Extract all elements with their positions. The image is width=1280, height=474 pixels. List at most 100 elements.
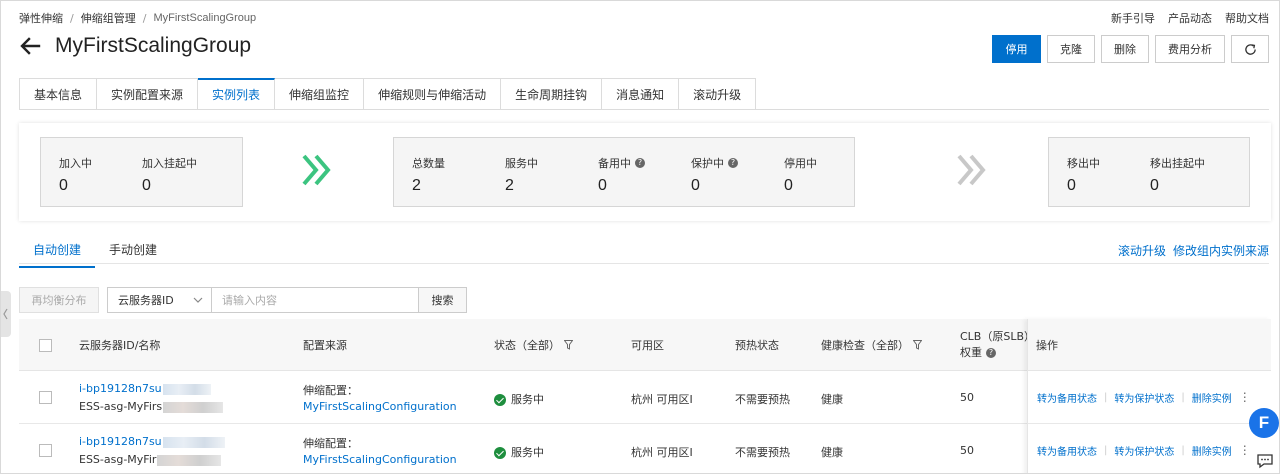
to-protected-link[interactable]: 转为保护状态 [1114,443,1174,458]
help-icon[interactable]: ? [728,158,738,168]
help-icon[interactable]: ? [986,348,996,358]
subtabs-divider [19,263,1269,264]
chat-icon[interactable] [1256,453,1274,469]
breadcrumb-item-group-management[interactable]: 伸缩组管理 [81,10,136,26]
more-options-icon[interactable]: ⋮ [1239,443,1251,457]
redacted-text [157,454,222,466]
stat-in-service: 服务中 2 [505,157,538,194]
breadcrumb-item-ess[interactable]: 弹性伸缩 [19,10,63,26]
chevron-right-inactive-icon [957,154,986,186]
health-cell: 健康 [821,393,843,406]
weight-cell: 50 [960,391,974,404]
search-field-select[interactable]: 云服务器ID [107,287,211,313]
news-link[interactable]: 产品动态 [1168,10,1212,26]
config-link[interactable]: MyFirstScalingConfiguration [303,453,457,466]
title-row: MyFirstScalingGroup [19,34,251,58]
refresh-icon [1244,43,1256,55]
stat-removing-pending: 移出挂起中 0 [1150,157,1205,194]
select-all-checkbox[interactable] [39,338,52,352]
more-options-icon[interactable]: ⋮ [1239,390,1251,404]
zone-cell: 杭州 可用区I [631,393,693,406]
delete-button[interactable]: 删除 [1101,35,1149,63]
docs-link[interactable]: 帮助文档 [1225,10,1269,26]
refresh-button[interactable] [1231,35,1269,63]
disable-button[interactable]: 停用 [992,35,1041,63]
tab-bar: 基本信息 实例配置来源 实例列表 伸缩组监控 伸缩规则与伸缩活动 生命周期挂钩 … [19,78,757,110]
to-standby-link[interactable]: 转为备用状态 [1037,390,1097,405]
breadcrumb-separator: / [142,11,147,25]
modify-source-link[interactable]: 修改组内实例来源 [1173,242,1269,259]
back-arrow-icon[interactable] [19,35,41,57]
instance-name: ESS-asg-MyFirs [79,400,163,413]
stat-joining-pending: 加入挂起中 0 [142,157,197,194]
help-icon[interactable]: ? [635,158,645,168]
tab-instance-list[interactable]: 实例列表 [198,78,276,110]
config-label: 伸缩配置： [303,384,358,397]
config-label: 伸缩配置： [303,437,358,450]
chevron-right-active-icon [302,154,331,186]
check-circle-icon [494,447,506,459]
redacted-text [163,401,224,413]
header-health[interactable]: 健康检查（全部） [821,319,922,371]
sidebar-collapse-handle[interactable] [1,291,11,337]
config-link[interactable]: MyFirstScalingConfiguration [303,400,457,413]
header-zone: 可用区 [631,339,664,352]
assistant-logo-icon[interactable]: F [1249,408,1279,438]
tab-rules-activities[interactable]: 伸缩规则与伸缩活动 [364,78,502,110]
breadcrumb: 弹性伸缩 / 伸缩组管理 / MyFirstScalingGroup [19,10,256,26]
to-protected-link[interactable]: 转为保护状态 [1114,390,1174,405]
rebalance-button[interactable]: 再均衡分布 [19,287,99,313]
operations-column: 操作 转为备用状态 | 转为保护状态 | 删除实例 ⋮ 转为备用状态 | 转为保护状态… [1027,319,1271,473]
breadcrumb-item-current: MyFirstScalingGroup [153,12,257,24]
check-circle-icon [494,394,506,406]
delete-instance-link[interactable]: 删除实例 [1192,443,1232,458]
weight-cell: 50 [960,444,974,457]
search-input[interactable] [211,287,419,313]
tab-lifecycle-hooks[interactable]: 生命周期挂钩 [501,78,603,110]
instance-links: 滚动升级 修改组内实例来源 [1118,242,1269,259]
health-cell: 健康 [821,446,843,459]
chevron-down-icon [193,297,203,303]
to-standby-link[interactable]: 转为备用状态 [1037,443,1097,458]
status-cell: 服务中 [494,391,544,407]
tab-rolling-upgrade[interactable]: 滚动升级 [679,78,757,110]
tab-basic-info[interactable]: 基本信息 [19,78,98,110]
tabs-divider [19,109,1269,110]
stat-stopped: 停用中 0 [784,157,817,194]
clone-button[interactable]: 克隆 [1047,35,1095,63]
instance-name: ESS-asg-MyFir [79,453,157,466]
instance-status-panel: 加入中 0 加入挂起中 0 总数量 2 服务中 2 备用中? 0 保护中 ? 0… [19,123,1271,221]
cost-analysis-button[interactable]: 费用分析 [1155,35,1225,63]
status-cell: 服务中 [494,444,544,460]
tab-monitoring[interactable]: 伸缩组监控 [275,78,365,110]
header-id: 云服务器ID/名称 [79,339,161,352]
instance-id-link[interactable]: i-bp19128n7su [79,382,162,395]
page: 弹性伸缩 / 伸缩组管理 / MyFirstScalingGroup 新手引导 … [0,0,1280,474]
stat-joining: 加入中 0 [59,157,92,194]
stat-standby: 备用中? 0 [598,155,645,195]
removing-status-box: 移出中 0 移出挂起中 0 [1048,137,1250,207]
warmup-cell: 不需要预热 [735,393,790,406]
header-ops: 操作 [1028,319,1271,371]
warmup-cell: 不需要预热 [735,446,790,459]
page-title: MyFirstScalingGroup [55,34,252,57]
search-button[interactable]: 搜索 [419,287,467,313]
row-checkbox[interactable] [39,444,52,457]
chevron-left-icon [3,308,8,320]
filter-icon[interactable] [913,340,922,350]
delete-instance-link[interactable]: 删除实例 [1192,390,1232,405]
instance-id-link[interactable]: i-bp19128n7su [79,435,162,448]
header-status[interactable]: 状态（全部） [494,319,573,371]
header-warmup: 预热状态 [735,339,779,352]
service-status-box: 总数量 2 服务中 2 备用中? 0 保护中? 0 停用中 0 [393,137,855,207]
rolling-upgrade-link[interactable]: 滚动升级 [1118,242,1166,259]
tab-notifications[interactable]: 消息通知 [602,78,680,110]
action-bar: 停用 克隆 删除 费用分析 [992,35,1269,63]
instance-table: 云服务器ID/名称 配置来源 状态（全部） 可用区 预热状态 健康检查（全部） … [19,319,1271,473]
stat-removing: 移出中 0 [1067,157,1100,194]
header-clb-weight: CLB（原SLB） 权重? [960,330,1036,359]
guide-link[interactable]: 新手引导 [1111,10,1155,26]
filter-icon[interactable] [564,340,573,350]
tab-config-source[interactable]: 实例配置来源 [97,78,199,110]
row-checkbox[interactable] [39,391,52,404]
